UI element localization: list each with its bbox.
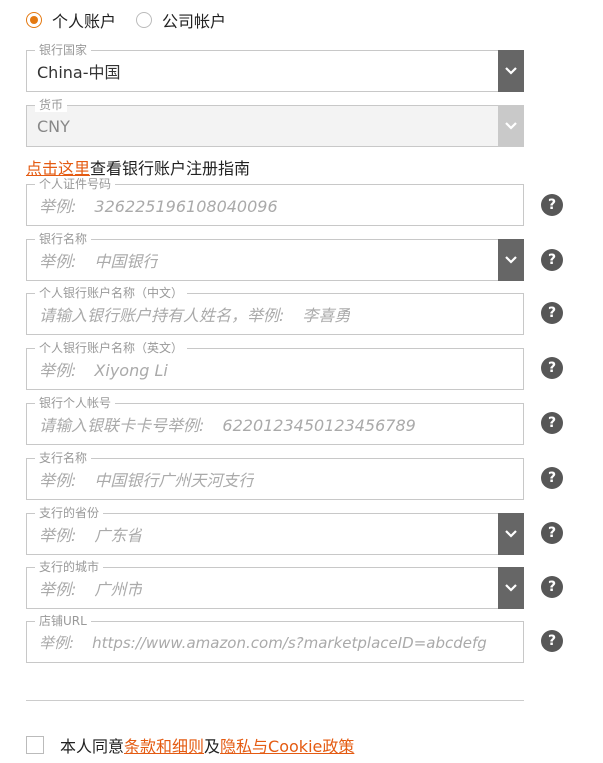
branch-city-placeholder: 举例: 广州市	[39, 580, 143, 599]
account-number-field[interactable]: 银行个人帐号 请输入银联卡卡号举例: 6220123450123456789	[26, 396, 524, 445]
holder-name-cn-placeholder: 请输入银行账户持有人姓名，举例: 李喜勇	[39, 306, 351, 325]
account-number-placeholder: 请输入银联卡卡号举例: 6220123450123456789	[39, 416, 416, 435]
store-url-label: 店铺URL	[35, 614, 91, 628]
help-icon[interactable]: ?	[541, 249, 563, 271]
help-icon[interactable]: ?	[541, 630, 563, 652]
help-icon[interactable]: ?	[541, 576, 563, 598]
help-icon[interactable]: ?	[541, 412, 563, 434]
agree-checkbox[interactable]	[26, 736, 44, 754]
agreement-row: 本人同意 条款和细则及隐私与Cookie政策	[26, 733, 354, 757]
help-icon[interactable]: ?	[541, 302, 563, 324]
bank-name-select[interactable]: 银行名称 举例: 中国银行	[26, 232, 524, 281]
branch-city-select[interactable]: 支行的城市 举例: 广州市	[26, 560, 524, 609]
chevron-down-icon[interactable]	[498, 513, 524, 555]
store-url-placeholder: 举例: https://www.amazon.com/s?marketplaceI…	[39, 633, 487, 652]
account-type-group: 个人账户 公司帐户	[26, 8, 246, 32]
id-number-label: 个人证件号码	[35, 177, 116, 191]
holder-name-cn-label: 个人银行账户名称（中文）	[35, 286, 188, 300]
chevron-down-icon[interactable]	[498, 239, 524, 281]
help-icon[interactable]: ?	[541, 522, 563, 544]
chevron-down-icon	[498, 105, 524, 147]
bank-name-label: 银行名称	[35, 232, 92, 246]
holder-name-en-field[interactable]: 个人银行账户名称（英文） 举例: Xiyong Li	[26, 341, 524, 390]
agree-and: 及	[204, 737, 221, 756]
help-icon[interactable]: ?	[541, 194, 563, 216]
branch-province-label: 支行的省份	[35, 506, 104, 520]
radio-unselected-icon[interactable]	[136, 12, 153, 28]
store-url-field[interactable]: 店铺URL 举例: https://www.amazon.com/s?market…	[26, 614, 524, 663]
radio-selected-icon[interactable]	[26, 12, 42, 28]
branch-name-field[interactable]: 支行名称 举例: 中国银行广州天河支行	[26, 451, 524, 500]
help-icon[interactable]: ?	[541, 467, 563, 489]
branch-name-placeholder: 举例: 中国银行广州天河支行	[39, 471, 255, 490]
bank-country-select[interactable]: 银行国家 China-中国	[26, 43, 524, 92]
branch-province-select[interactable]: 支行的省份 举例: 广东省	[26, 506, 524, 555]
id-number-field[interactable]: 个人证件号码 举例: 326225196108040096	[26, 177, 524, 226]
radio-company-account[interactable]: 公司帐户	[136, 8, 226, 32]
chevron-down-icon[interactable]	[498, 50, 524, 92]
radio-personal-account[interactable]: 个人账户	[26, 8, 116, 32]
terms-link[interactable]: 条款和细则	[124, 733, 204, 757]
holder-name-en-label: 个人银行账户名称（英文）	[35, 341, 188, 355]
currency-select: 货币 CNY	[26, 98, 524, 147]
currency-value: CNY	[37, 116, 70, 136]
radio-company-label: 公司帐户	[162, 12, 227, 31]
branch-province-placeholder: 举例: 广东省	[39, 526, 143, 545]
divider	[26, 700, 524, 701]
branch-name-label: 支行名称	[35, 451, 92, 465]
id-number-placeholder: 举例: 326225196108040096	[39, 197, 278, 216]
guide-text: 查看银行账户注册指南	[90, 159, 251, 178]
chevron-down-icon[interactable]	[498, 567, 524, 609]
account-number-label: 银行个人帐号	[35, 396, 116, 410]
holder-name-cn-field[interactable]: 个人银行账户名称（中文） 请输入银行账户持有人姓名，举例: 李喜勇	[26, 286, 524, 335]
radio-personal-label: 个人账户	[52, 12, 117, 31]
currency-label: 货币	[35, 98, 68, 112]
guide-link[interactable]: 点击这里	[26, 159, 90, 178]
privacy-link[interactable]: 隐私与Cookie政策	[220, 733, 354, 757]
help-icon[interactable]: ?	[541, 357, 563, 379]
registration-guide: 点击这里查看银行账户注册指南	[26, 155, 250, 179]
bank-country-value: China-中国	[37, 63, 121, 82]
holder-name-en-placeholder: 举例: Xiyong Li	[39, 361, 168, 380]
bank-name-placeholder: 举例: 中国银行	[39, 252, 159, 271]
branch-city-label: 支行的城市	[35, 560, 104, 574]
agree-prefix: 本人同意	[60, 737, 125, 756]
bank-country-label: 银行国家	[35, 43, 92, 57]
